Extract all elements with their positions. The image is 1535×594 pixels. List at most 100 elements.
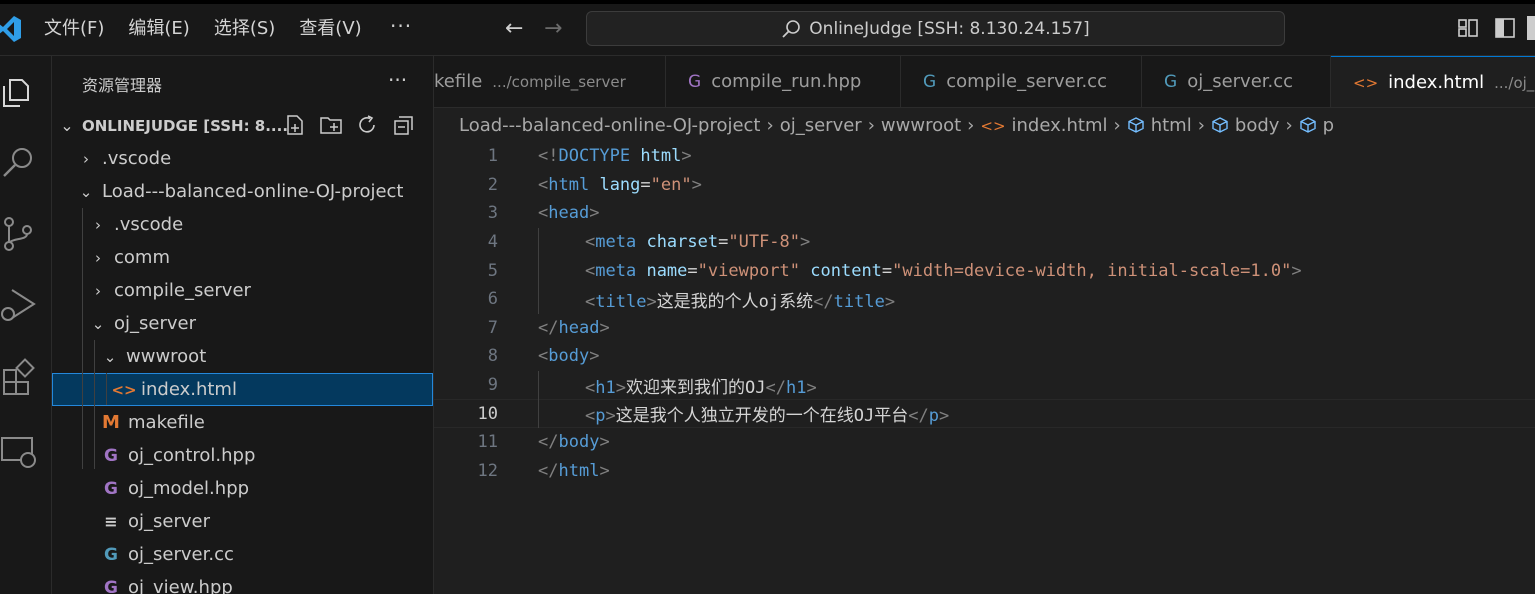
code-text: <!DOCTYPE html> [538,146,692,166]
tree-file[interactable]: Goj_server.cc [52,538,433,571]
code-line[interactable]: 7 </head> [434,314,1535,343]
collapse-all-icon[interactable] [391,113,415,137]
code-line[interactable]: 5 <meta name="viewport" content="width=de… [434,256,1535,285]
code-line[interactable]: 1 <!DOCTYPE html> [434,142,1535,171]
code-line[interactable]: 3 <head> [434,199,1535,228]
code-token: meta [595,232,637,253]
code-text: </head> [538,318,610,338]
command-center[interactable]: OnlineJudge [SSH: 8.130.24.157] [586,11,1285,46]
tree-folder[interactable]: ⌄ Load---balanced-online-OJ-project [52,175,433,208]
makefile-icon: M [102,412,120,433]
cpp-file-icon: G [1164,72,1178,92]
tree-item-label: oj_server [128,511,210,532]
code-token: head [548,203,590,224]
toggle-panel-icon[interactable] [1527,16,1535,40]
code-token: DOCTYPE [558,146,631,167]
layout-customize-icon[interactable] [1456,16,1480,40]
code-token: = [687,260,698,281]
remote-explorer-icon[interactable] [0,432,40,472]
breadcrumb-item[interactable]: oj_server [780,115,862,136]
html-file-icon: <> [980,116,1006,135]
breadcrumb-item[interactable]: index.html [1012,115,1108,136]
code-line[interactable]: 2 <html lang="en"> [434,171,1535,200]
tree-folder[interactable]: › .vscode [52,208,433,241]
code-token: "viewport" [697,260,801,281]
menu-item-1[interactable]: 编辑(E) [128,16,201,42]
code-line[interactable]: 6 <title>这是我的个人oj系统</title> [434,285,1535,314]
menu-item-3[interactable]: 查看(V) [299,16,373,42]
code-line[interactable]: 11 </body> [434,428,1535,457]
menu-more-icon[interactable]: ··· [390,14,412,38]
back-arrow-icon[interactable]: ← [505,16,523,42]
tab-oj-server-cc[interactable]: Goj_server.cc [1142,56,1331,107]
code-line[interactable]: 4 <meta charset="UTF-8"> [434,228,1535,257]
toggle-sidebar-icon[interactable] [1493,16,1517,40]
tree-file[interactable]: <> index.html [52,373,433,406]
tree-file[interactable]: Goj_view.hpp [52,571,433,594]
breadcrumb-item[interactable]: body [1235,115,1280,136]
tree-folder[interactable]: ⌄ wwwroot [52,340,433,373]
tree-file[interactable]: ≡ oj_server [52,505,433,538]
code-token: 这是我的个人oj系统 [656,291,814,312]
code-editor[interactable]: 1 <!DOCTYPE html> 2 <html lang="en"> 3 <head>… [434,140,1535,594]
code-token: "width=device-width, initial-scale=1.0" [892,260,1292,281]
tab-compile-server-cc[interactable]: Gcompile_server.cc [901,56,1142,107]
breadcrumb-item[interactable]: Load---balanced-online-OJ-project [459,115,761,136]
code-token: 欢迎来到我们的OJ [625,377,766,398]
tree-folder[interactable]: › compile_server [52,274,433,307]
explorer-icon[interactable] [0,72,40,112]
code-token: body [548,346,590,367]
code-line[interactable]: 12 </html> [434,457,1535,486]
tree-file[interactable]: Mmakefile [52,406,433,439]
code-line[interactable]: 9 <h1>欢迎来到我们的OJ</h1> [434,371,1535,400]
breadcrumb-item[interactable]: p [1323,115,1334,136]
run-debug-icon[interactable] [0,284,40,324]
new-file-icon[interactable] [283,113,307,137]
code-token: h1 [595,377,616,398]
code-token: name [646,260,688,281]
code-text: </body> [538,432,610,452]
chevron-right-icon: › [95,215,101,234]
code-text: <html lang="en"> [538,175,702,195]
explorer-more-icon[interactable]: ··· [388,68,407,92]
code-text: <title>这是我的个人oj系统</title> [585,287,895,312]
tree-item-label: oj_server [114,313,196,334]
tab-kefile[interactable]: kefile .../compile_server [434,56,666,107]
code-token: h1 [785,377,807,398]
forward-arrow-icon[interactable]: → [544,16,562,42]
html-file-icon: <> [111,380,137,399]
code-text: <meta charset="UTF-8"> [585,232,810,252]
code-token: title [833,291,885,312]
breadcrumb-item[interactable]: html [1151,115,1192,136]
source-control-icon[interactable] [0,214,40,254]
title-bar: 文件(F) 编辑(E) 选择(S) 查看(V) ··· ← → OnlineJudge… [0,0,1535,56]
tab-label: oj_server.cc [1187,71,1294,92]
tree-file[interactable]: Goj_model.hpp [52,472,433,505]
search-view-icon[interactable] [0,142,40,182]
editor-indent-guide [538,370,539,428]
tree-item-label: oj_view.hpp [128,577,233,594]
menu-item-0[interactable]: 文件(F) [44,16,116,42]
refresh-icon[interactable] [355,113,379,137]
breadcrumb-item[interactable]: wwwroot [881,115,961,136]
tree-folder[interactable]: › .vscode [52,142,433,175]
cpp-file-icon: G [104,544,118,565]
line-number: 12 [477,460,498,481]
tab-compile-run-hpp[interactable]: Gcompile_run.hpp [666,56,901,107]
new-folder-icon[interactable] [319,113,343,137]
tree-folder[interactable]: ⌄ oj_server [52,307,433,340]
explorer-sidebar: 资源管理器 ··· ⌄ ONLINEJUDGE [SSH: 8.... › .vs… [52,56,434,594]
line-number: 1 [487,146,498,167]
tree-file[interactable]: Goj_control.hpp [52,439,433,472]
menu-item-2[interactable]: 选择(S) [214,16,287,42]
line-number: 9 [487,375,498,396]
cpp-file-icon: G [923,72,937,92]
code-line[interactable]: 8 <body> [434,342,1535,371]
extensions-icon[interactable] [0,358,40,398]
code-token: = [640,174,651,195]
tree-folder[interactable]: › comm [52,241,433,274]
code-token: <! [538,146,559,167]
tab-index-html[interactable]: <> index.html .../oj_se [1331,56,1535,107]
code-line[interactable]: 10 <p>这是我个人独立开发的一个在线OJ平台</p> [434,399,1535,428]
